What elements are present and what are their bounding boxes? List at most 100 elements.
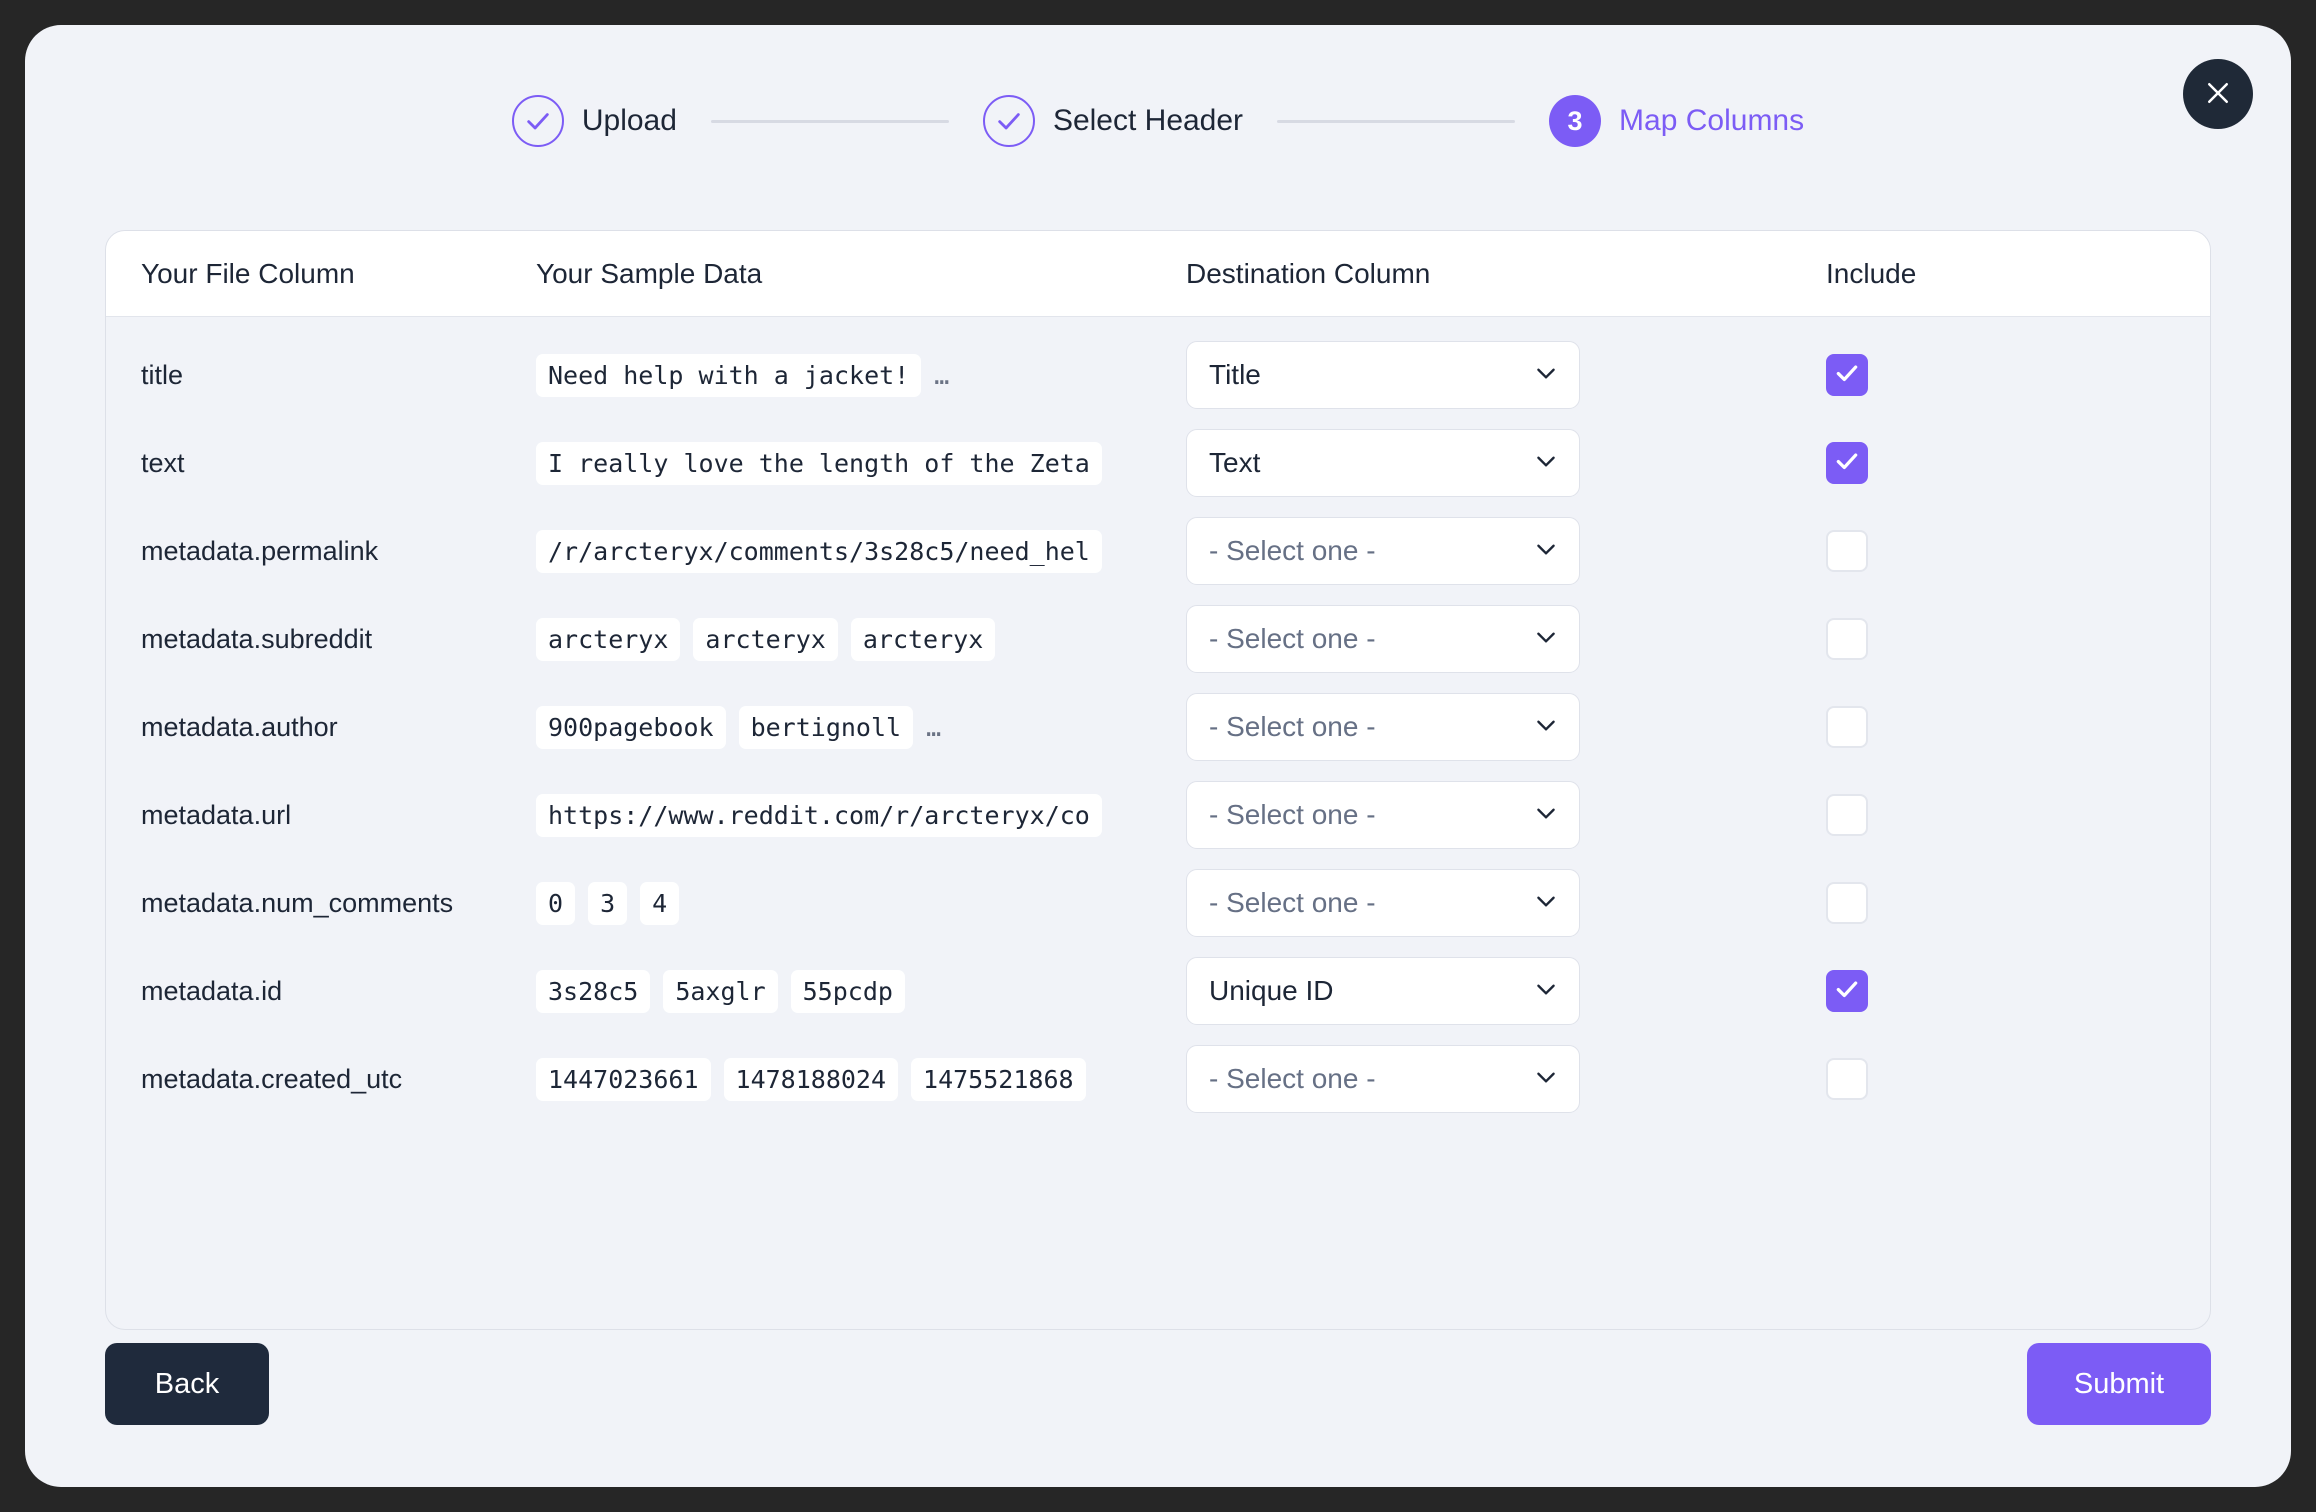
destination-select[interactable]: - Select one - (1186, 1045, 1580, 1113)
wizard-stepper: Upload Select Header 3 Map Columns (25, 25, 2291, 147)
sample-data-cell: I really love the length of the Zeta (536, 441, 1186, 485)
chevron-down-icon (1533, 976, 1559, 1007)
include-checkbox[interactable] (1826, 706, 1868, 748)
sample-value-chip: 0 (536, 881, 576, 925)
destination-select[interactable]: - Select one - (1186, 605, 1580, 673)
sample-value-chip: 5axglr (663, 969, 778, 1013)
sample-value-chip: bertignoll (738, 705, 914, 749)
back-button[interactable]: Back (105, 1343, 269, 1425)
check-icon (1834, 448, 1860, 479)
destination-select[interactable]: Title (1186, 341, 1580, 409)
table-row: metadata.permalink/r/arcteryx/comments/3… (106, 507, 2210, 595)
sample-value-chip: 55pcdp (790, 969, 905, 1013)
destination-cell: Unique ID (1186, 957, 1826, 1025)
destination-select[interactable]: - Select one - (1186, 869, 1580, 937)
file-column-name: title (141, 359, 184, 390)
step-upload-check-icon (511, 95, 564, 147)
table-row: metadata.id 3s28c5 5axglr 55pcdp Unique ID (106, 947, 2210, 1035)
modal-footer: Back Submit (105, 1343, 2211, 1425)
include-checkbox[interactable] (1826, 970, 1868, 1012)
include-checkbox[interactable] (1826, 442, 1868, 484)
sample-value-chip: 1478188024 (723, 1057, 899, 1101)
file-column-name: text (141, 447, 185, 478)
step-connector-1 (710, 119, 949, 123)
file-column-name: metadata.created_utc (141, 1063, 403, 1094)
check-icon (1834, 360, 1860, 391)
step-map-columns-number: 3 (1549, 95, 1602, 147)
destination-select-value: - Select one - (1209, 887, 1376, 918)
sample-value-chip: Need help with a jacket! (536, 353, 922, 397)
table-header-row: Your File Column Your Sample Data Destin… (106, 231, 2210, 317)
include-checkbox[interactable] (1826, 354, 1868, 396)
sample-value-chip: I really love the length of the Zeta (536, 441, 1102, 485)
header-destination-column: Destination Column (1186, 257, 1431, 289)
table-row: metadata.created_utc 1447023661 1478188024… (106, 1035, 2210, 1123)
destination-select[interactable]: - Select one - (1186, 781, 1580, 849)
destination-cell: - Select one - (1186, 605, 1826, 673)
file-column-name: metadata.num_comments (141, 887, 454, 918)
sample-data-cell: /r/arcteryx/comments/3s28c5/need_hel (536, 529, 1186, 573)
sample-value-chip: 3 (588, 881, 628, 925)
step-select-header-label: Select Header (1052, 104, 1244, 137)
file-column-name: metadata.permalink (141, 535, 379, 566)
destination-select-value: - Select one - (1209, 711, 1376, 742)
include-cell (1826, 618, 2156, 660)
chevron-down-icon (1533, 360, 1559, 391)
table-row: metadata.num_comments 0 3 4 - Select one - (106, 859, 2210, 947)
file-column-name: metadata.url (141, 799, 292, 830)
table-row: metadata.author 900pagebook bertignoll … - S… (106, 683, 2210, 771)
include-checkbox[interactable] (1826, 530, 1868, 572)
sample-value-chip: 1447023661 (536, 1057, 711, 1101)
close-button[interactable] (2183, 59, 2253, 129)
table-row: metadata.subreddit arcteryx arcteryx arcter… (106, 595, 2210, 683)
file-column-name: metadata.subreddit (141, 623, 373, 654)
destination-select[interactable]: - Select one - (1186, 517, 1580, 585)
step-map-columns[interactable]: 3 Map Columns (1549, 95, 1804, 147)
table-row: metadata.url https://www.reddit.com/r/arc… (106, 771, 2210, 859)
include-cell (1826, 706, 2156, 748)
include-cell (1826, 970, 2156, 1012)
sample-data-cell: https://www.reddit.com/r/arcteryx/co (536, 793, 1186, 837)
chevron-down-icon (1533, 888, 1559, 919)
sample-data-cell: 034 (536, 881, 1186, 925)
destination-cell: - Select one - (1186, 781, 1826, 849)
step-select-header-check-icon (982, 95, 1035, 147)
include-cell (1826, 530, 2156, 572)
step-upload[interactable]: Upload (511, 95, 677, 147)
destination-select[interactable]: - Select one - (1186, 693, 1580, 761)
destination-select[interactable]: Text (1186, 429, 1580, 497)
chevron-down-icon (1533, 712, 1559, 743)
chevron-down-icon (1533, 1064, 1559, 1095)
destination-cell: Title (1186, 341, 1826, 409)
file-column-name: metadata.id (141, 975, 283, 1006)
destination-select-value: - Select one - (1209, 1063, 1376, 1094)
destination-select-value: - Select one - (1209, 623, 1376, 654)
step-connector-2 (1277, 119, 1516, 123)
chevron-down-icon (1533, 448, 1559, 479)
include-cell (1826, 882, 2156, 924)
include-checkbox[interactable] (1826, 618, 1868, 660)
include-checkbox[interactable] (1826, 1058, 1868, 1100)
include-cell (1826, 794, 2156, 836)
step-select-header[interactable]: Select Header (982, 95, 1244, 147)
sample-value-chip: 900pagebook (536, 705, 726, 749)
destination-cell: - Select one - (1186, 869, 1826, 937)
destination-cell: Text (1186, 429, 1826, 497)
close-icon (2203, 78, 2233, 111)
chevron-down-icon (1533, 536, 1559, 567)
submit-button[interactable]: Submit (2027, 1343, 2211, 1425)
header-include: Include (1826, 257, 1917, 289)
include-checkbox[interactable] (1826, 882, 1868, 924)
destination-select[interactable]: Unique ID (1186, 957, 1580, 1025)
sample-value-chip: 4 (640, 881, 680, 925)
table-row: title Need help with a jacket! … Title (106, 331, 2210, 419)
sample-value-chip: https://www.reddit.com/r/arcteryx/co (536, 793, 1102, 837)
import-wizard-modal: Upload Select Header 3 Map Columns Your … (25, 25, 2291, 1487)
include-checkbox[interactable] (1826, 794, 1868, 836)
header-sample-data: Your Sample Data (536, 257, 763, 289)
header-file-column: Your File Column (141, 257, 355, 289)
destination-select-value: Unique ID (1209, 975, 1334, 1006)
sample-truncation-ellipsis: … (926, 712, 942, 742)
mapping-table-card: Your File Column Your Sample Data Destin… (105, 230, 2211, 1330)
sample-value-chip: /r/arcteryx/comments/3s28c5/need_hel (536, 529, 1102, 573)
